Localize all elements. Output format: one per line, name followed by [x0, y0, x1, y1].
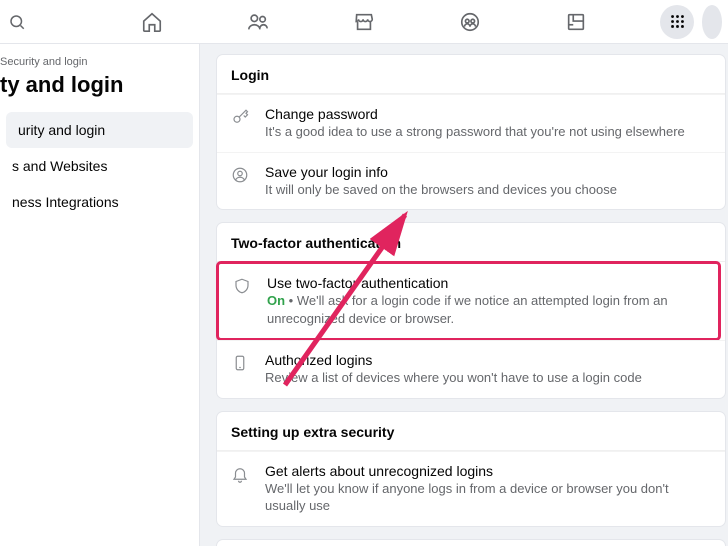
status-on: On: [267, 293, 285, 308]
marketplace-icon[interactable]: [353, 11, 375, 33]
row-desc: We'll let you know if anyone logs in fro…: [265, 480, 711, 515]
row-title: Authorized logins: [265, 352, 711, 368]
top-nav: [0, 0, 728, 44]
row-desc: It's a good idea to use a strong passwor…: [265, 123, 711, 141]
section-header: Login: [217, 55, 725, 94]
home-icon[interactable]: [141, 11, 163, 33]
breadcrumb: Security and login: [0, 56, 199, 68]
section-header: Setting up extra security: [217, 412, 725, 451]
row-title: Use two-factor authentication: [267, 275, 704, 291]
gaming-icon[interactable]: [565, 11, 587, 33]
section-advanced: Advanced Encrypted notification emails A…: [216, 539, 726, 546]
section-tfa: Two-factor authentication Use two-factor…: [216, 222, 726, 399]
content-area: Login Change password It's a good idea t…: [200, 44, 728, 546]
row-change-password[interactable]: Change password It's a good idea to use …: [217, 94, 725, 152]
sidebar-item-apps[interactable]: s and Websites: [0, 148, 199, 184]
row-title: Get alerts about unrecognized logins: [265, 463, 711, 479]
row-title: Save your login info: [265, 164, 711, 180]
groups-icon[interactable]: [459, 11, 481, 33]
page-title: ty and login: [0, 72, 199, 98]
row-save-login[interactable]: Save your login info It will only be sav…: [217, 152, 725, 210]
section-header: Two-factor authentication: [217, 223, 725, 262]
sidebar-item-security[interactable]: urity and login: [6, 112, 193, 148]
row-desc: On • We'll ask for a login code if we no…: [267, 292, 704, 327]
section-login: Login Change password It's a good idea t…: [216, 54, 726, 210]
shield-icon: [233, 275, 255, 295]
user-icon: [231, 164, 253, 184]
row-desc: Review a list of devices where you won't…: [265, 369, 711, 387]
row-desc: It will only be saved on the browsers an…: [265, 181, 711, 199]
search-icon[interactable]: [8, 13, 26, 31]
section-header: Advanced: [217, 540, 725, 546]
sidebar: Security and login ty and login urity an…: [0, 44, 200, 546]
sidebar-item-business[interactable]: ness Integrations: [0, 184, 199, 220]
bell-icon: [231, 463, 253, 483]
row-authorized-logins[interactable]: Authorized logins Review a list of devic…: [217, 340, 725, 398]
row-login-alerts[interactable]: Get alerts about unrecognized logins We'…: [217, 451, 725, 526]
row-title: Change password: [265, 106, 711, 122]
friends-icon[interactable]: [247, 11, 269, 33]
row-use-tfa[interactable]: Use two-factor authentication On • We'll…: [216, 261, 721, 341]
account-icon[interactable]: [702, 5, 722, 39]
menu-grid-icon[interactable]: [660, 5, 694, 39]
section-extra-security: Setting up extra security Get alerts abo…: [216, 411, 726, 527]
key-icon: [231, 106, 253, 126]
phone-icon: [231, 352, 253, 372]
